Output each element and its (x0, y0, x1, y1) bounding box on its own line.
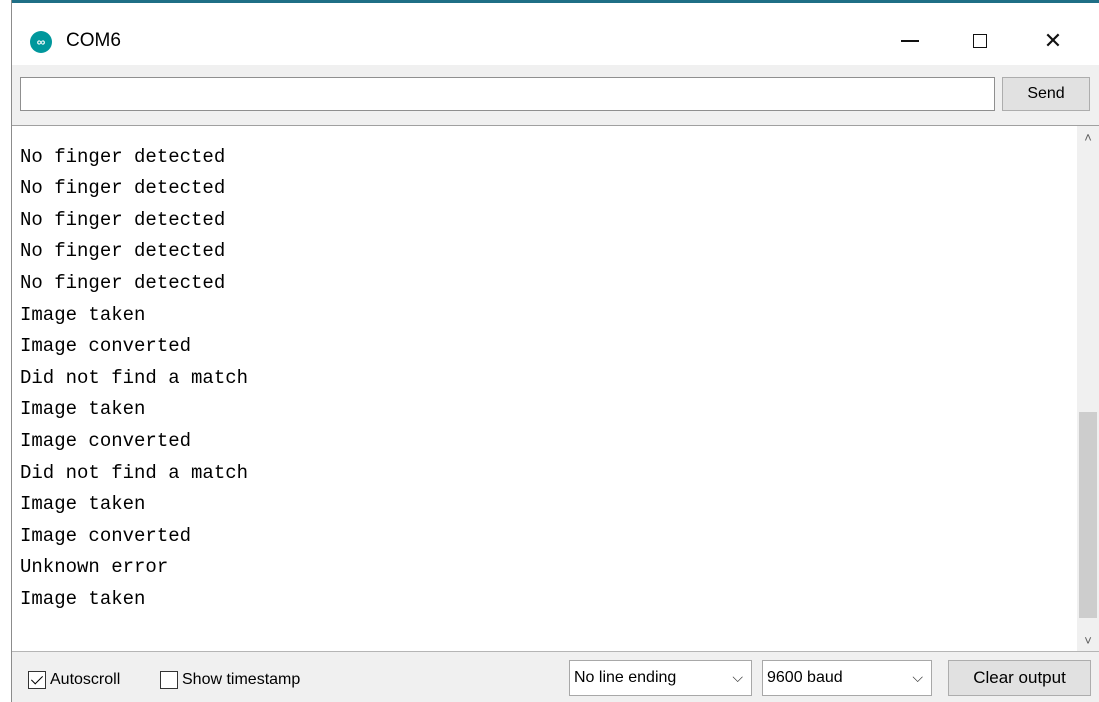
show-timestamp-label: Show timestamp (182, 671, 301, 688)
output-line: No finger detected (20, 177, 226, 200)
output-line: Unknown error (20, 556, 169, 579)
show-timestamp-checkbox[interactable]: Show timestamp (160, 669, 300, 691)
minimize-icon (901, 40, 919, 42)
vertical-scrollbar[interactable]: ˄ ˅ (1077, 126, 1099, 651)
output-line: Did not find a match (20, 461, 249, 484)
maximize-icon (973, 34, 987, 48)
left-window-edge (0, 0, 12, 702)
chevron-down-icon: ⌵ (912, 669, 923, 685)
maximize-button[interactable] (952, 17, 1008, 65)
baud-rate-value: 9600 baud (767, 669, 843, 686)
arduino-logo-icon: ∞ (30, 31, 52, 53)
output-line: No finger detected (20, 271, 226, 294)
chevron-down-icon: ⌵ (732, 669, 743, 685)
serial-output[interactable]: No finger detected No finger detected No f… (12, 125, 1099, 651)
send-row: Send (12, 65, 1099, 125)
output-line-partial (20, 126, 248, 142)
output-line: Did not find a match (20, 366, 249, 389)
footer-bar: Autoscroll Show timestamp No line ending… (12, 651, 1099, 702)
autoscroll-checkbox[interactable]: Autoscroll (28, 669, 120, 691)
output-line: Image taken (20, 303, 146, 326)
output-line: No finger detected (20, 240, 226, 263)
output-line: No finger detected (20, 208, 226, 231)
autoscroll-check-icon (28, 671, 46, 689)
line-ending-select[interactable]: No line ending ⌵ (569, 660, 752, 696)
timestamp-check-icon (160, 671, 178, 689)
title-bar: ∞ COM6 ✕ (12, 3, 1099, 65)
close-icon: ✕ (1043, 28, 1063, 53)
line-ending-value: No line ending (574, 669, 677, 686)
baud-rate-select[interactable]: 9600 baud ⌵ (762, 660, 932, 696)
close-button[interactable]: ✕ (1025, 17, 1081, 65)
scroll-thumb[interactable] (1079, 412, 1097, 618)
minimize-button[interactable] (882, 17, 938, 65)
output-line: No finger detected (20, 145, 226, 168)
output-line: Image taken (20, 587, 146, 610)
scroll-up-arrow-icon[interactable]: ˄ (1077, 126, 1099, 148)
output-line: Image taken (20, 493, 146, 516)
scroll-down-arrow-icon[interactable]: ˅ (1077, 629, 1099, 651)
output-line: Image taken (20, 398, 146, 421)
clear-output-button[interactable]: Clear output (948, 660, 1091, 696)
output-line: Image converted (20, 524, 192, 547)
window-title: COM6 (66, 30, 121, 51)
send-button[interactable]: Send (1002, 77, 1090, 111)
output-line: Image converted (20, 429, 192, 452)
output-line: Image converted (20, 335, 192, 358)
output-lines: No finger detected No finger detected No f… (20, 126, 249, 616)
serial-monitor-window: ∞ COM6 ✕ Send No finger detected No finge… (0, 0, 1099, 702)
autoscroll-label: Autoscroll (50, 671, 121, 688)
send-input[interactable] (20, 77, 995, 111)
